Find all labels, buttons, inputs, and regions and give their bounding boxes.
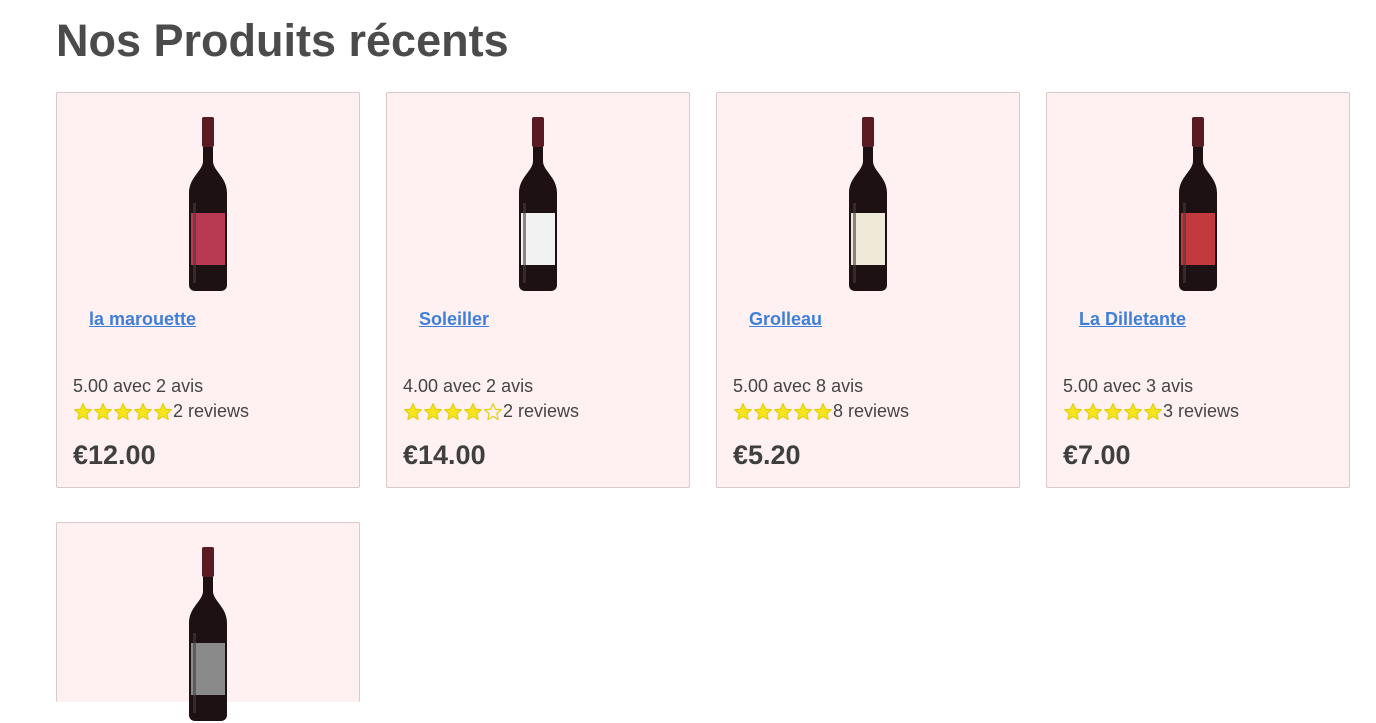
bottle-highlight [523, 203, 526, 283]
star-filled-icon [404, 402, 422, 420]
product-card: La Dilletante 5.00 avec 3 avis 3 reviews… [1046, 92, 1350, 488]
star-rating [73, 402, 173, 422]
bottle-cap [202, 547, 214, 577]
wine-bottle-icon [189, 117, 227, 291]
wine-bottle-icon [519, 117, 557, 291]
star-filled-icon [774, 402, 792, 420]
product-name-link[interactable]: La Dilletante [1079, 309, 1186, 330]
star-filled-icon [444, 402, 462, 420]
star-filled-icon [74, 402, 92, 420]
rating-row: 2 reviews [403, 401, 579, 422]
bottle-highlight [1183, 203, 1186, 283]
star-filled-icon [94, 402, 112, 420]
bottle-label [191, 643, 225, 695]
star-filled-icon [1144, 402, 1162, 420]
star-filled-icon [114, 402, 132, 420]
reviews-count: 2 reviews [173, 401, 250, 421]
product-price: €7.00 [1063, 440, 1131, 470]
reviews-count: 8 reviews [833, 401, 910, 421]
product-card: la marouette 5.00 avec 2 avis 2 reviews … [56, 92, 360, 488]
average-rating-text: 5.00 avec 8 avis [733, 376, 864, 396]
product-card: Grolleau 5.00 avec 8 avis 8 reviews €5.2… [716, 92, 1020, 488]
star-filled-icon [1084, 402, 1102, 420]
product-name-link[interactable]: Soleiller [419, 309, 489, 330]
star-rating [733, 402, 833, 422]
bottle-label [851, 213, 885, 265]
bottle-highlight [193, 633, 196, 713]
average-rating-text: 4.00 avec 2 avis [403, 376, 534, 396]
product-image[interactable] [57, 543, 359, 723]
rating-row: 2 reviews [73, 401, 249, 422]
bottle-cap [532, 117, 544, 147]
product-image[interactable] [717, 113, 1019, 293]
rating-row: 8 reviews [733, 401, 909, 422]
star-rating [1063, 402, 1163, 422]
wine-bottle-icon [849, 117, 887, 291]
average-rating-text: 5.00 avec 2 avis [73, 376, 204, 396]
star-filled-icon [754, 402, 772, 420]
reviews-count: 3 reviews [1163, 401, 1240, 421]
star-filled-icon [154, 402, 172, 420]
product-image[interactable] [57, 113, 359, 293]
product-image[interactable] [387, 113, 689, 293]
product-name-link[interactable]: Grolleau [749, 309, 822, 330]
product-name-link[interactable]: la marouette [89, 309, 196, 330]
product-image[interactable] [1047, 113, 1349, 293]
product-price: €5.20 [733, 440, 801, 470]
bottle-highlight [853, 203, 856, 283]
star-rating [403, 402, 503, 422]
star-filled-icon [794, 402, 812, 420]
star-filled-icon [734, 402, 752, 420]
star-filled-icon [814, 402, 832, 420]
star-filled-icon [1124, 402, 1142, 420]
star-filled-icon [424, 402, 442, 420]
wine-bottle-icon [189, 547, 227, 721]
star-filled-icon [1064, 402, 1082, 420]
product-price: €14.00 [403, 440, 486, 470]
page-title: Nos Produits récents [56, 15, 509, 66]
reviews-count: 2 reviews [503, 401, 580, 421]
bottle-label [1181, 213, 1215, 265]
bottle-highlight [193, 203, 196, 283]
star-empty-icon [484, 402, 502, 420]
product-card [56, 522, 360, 721]
star-filled-icon [1104, 402, 1122, 420]
star-filled-icon [464, 402, 482, 420]
rating-row: 3 reviews [1063, 401, 1239, 422]
bottle-cap [862, 117, 874, 147]
bottle-label [521, 213, 555, 265]
bottle-cap [202, 117, 214, 147]
product-price: €12.00 [73, 440, 156, 470]
star-filled-icon [134, 402, 152, 420]
bottle-label [191, 213, 225, 265]
bottle-cap [1192, 117, 1204, 147]
wine-bottle-icon [1179, 117, 1217, 291]
product-card: Soleiller 4.00 avec 2 avis 2 reviews €14… [386, 92, 690, 488]
average-rating-text: 5.00 avec 3 avis [1063, 376, 1194, 396]
